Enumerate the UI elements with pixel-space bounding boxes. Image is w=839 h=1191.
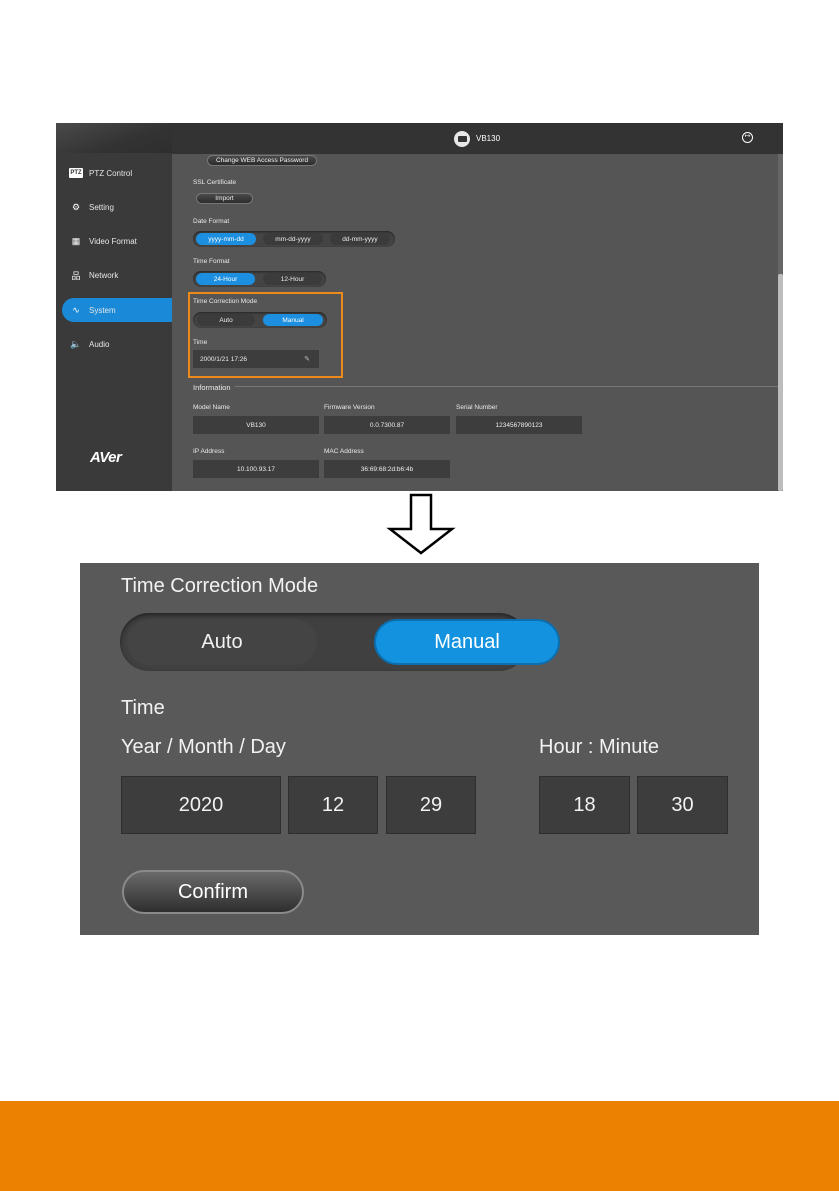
manual-time-panel: Time Correction Mode Auto Manual Time Ye…	[80, 563, 759, 935]
footer-band	[0, 1101, 839, 1191]
year-input[interactable]: 2020	[121, 776, 281, 834]
sidebar-item-system[interactable]: ∿ System	[62, 298, 172, 322]
time-format-toggle: 24-Hour 12-Hour	[193, 271, 326, 287]
ip-address-value: 10.100.93.17	[193, 460, 319, 478]
hour-input[interactable]: 18	[539, 776, 630, 834]
camera-model-title: VB130	[476, 134, 501, 143]
sidebar-item-video-format[interactable]: ▦ Video Format	[62, 229, 172, 253]
manual-mode-button[interactable]: Manual	[374, 619, 560, 665]
date-format-option[interactable]: yyyy-mm-dd	[196, 233, 256, 245]
time-format-option[interactable]: 12-Hour	[263, 273, 322, 285]
day-input[interactable]: 29	[386, 776, 476, 834]
time-settings-highlight	[188, 292, 343, 378]
time-format-option[interactable]: 24-Hour	[196, 273, 255, 285]
time-correction-title: Time Correction Mode	[121, 575, 319, 597]
serial-number-value: 1234567890123	[456, 416, 582, 434]
sidebar-header	[56, 123, 172, 153]
sidebar-item-label: Video Format	[89, 236, 137, 246]
time-format-label: Time Format	[193, 258, 230, 265]
date-label: Year / Month / Day	[121, 736, 286, 758]
sidebar-item-label: Setting	[89, 202, 114, 212]
pulse-icon: ∿	[72, 304, 80, 315]
film-icon: ▦	[71, 235, 81, 246]
minute-input[interactable]: 30	[637, 776, 728, 834]
date-format-label: Date Format	[193, 218, 230, 225]
speaker-icon: 🔈	[70, 338, 82, 349]
gear-icon: ⚙	[71, 201, 81, 212]
auto-mode-button[interactable]: Auto	[127, 619, 317, 665]
date-format-toggle: yyyy-mm-dd mm-dd-yyyy dd-mm-yyyy	[193, 231, 395, 247]
sidebar: PTZ PTZ Control ⚙ Setting ▦ Video Format…	[56, 123, 172, 491]
network-icon: 品	[71, 270, 81, 281]
camera-icon	[454, 131, 470, 147]
firmware-value: 0.0.7300.87	[324, 416, 450, 434]
sidebar-item-label: Network	[89, 270, 119, 280]
clock-label: Hour : Minute	[539, 736, 660, 758]
scrollbar-thumb[interactable]	[778, 274, 783, 491]
confirm-button[interactable]: Confirm	[122, 870, 304, 914]
ip-address-label: IP Address	[193, 448, 225, 455]
firmware-label: Firmware Version	[324, 404, 375, 411]
top-bar: VB130 ↦	[172, 123, 783, 154]
web-ui-screenshot: PTZ PTZ Control ⚙ Setting ▦ Video Format…	[56, 123, 783, 491]
logout-icon[interactable]: ↦	[742, 132, 753, 143]
import-button[interactable]: Import	[196, 193, 253, 204]
sidebar-item-label: Audio	[89, 339, 110, 349]
sidebar-item-setting[interactable]: ⚙ Setting	[62, 195, 172, 219]
sidebar-item-ptz-control[interactable]: PTZ PTZ Control	[62, 161, 172, 185]
ssl-certificate-label: SSL Certificate	[193, 179, 237, 186]
model-name-label: Model Name	[193, 404, 230, 411]
model-name-value: VB130	[193, 416, 319, 434]
time-correction-mode-toggle: Auto Manual	[120, 613, 560, 671]
manual-page: PTZ PTZ Control ⚙ Setting ▦ Video Format…	[0, 0, 839, 1191]
information-divider	[193, 386, 778, 387]
sidebar-item-label: PTZ Control	[89, 168, 133, 178]
mac-address-label: MAC Address	[324, 448, 364, 455]
down-arrow-icon	[386, 493, 456, 555]
change-password-button[interactable]: Change WEB Access Password	[207, 155, 317, 166]
sidebar-item-network[interactable]: 品 Network	[62, 263, 172, 287]
month-input[interactable]: 12	[288, 776, 378, 834]
ptz-icon: PTZ	[69, 168, 83, 178]
date-format-option[interactable]: dd-mm-yyyy	[330, 233, 390, 245]
sidebar-item-label: System	[89, 305, 116, 315]
scrollbar[interactable]	[778, 154, 783, 491]
serial-number-label: Serial Number	[456, 404, 498, 411]
aver-logo: AVer	[90, 449, 122, 466]
mac-address-value: 36:69:68:2d:b6:4b	[324, 460, 450, 478]
date-format-option[interactable]: mm-dd-yyyy	[263, 233, 323, 245]
information-heading: Information	[193, 383, 235, 392]
time-label: Time	[121, 697, 165, 719]
sidebar-item-audio[interactable]: 🔈 Audio	[62, 332, 172, 356]
